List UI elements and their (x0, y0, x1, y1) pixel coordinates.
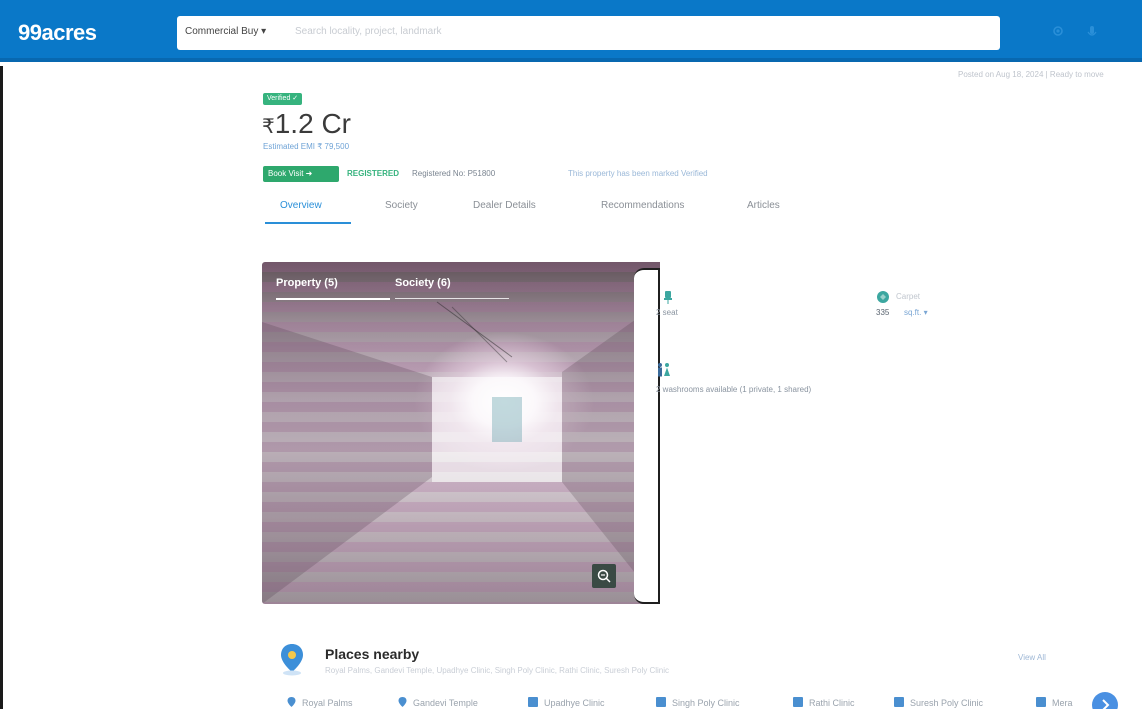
place-chip[interactable]: Royal Palms (287, 697, 353, 709)
clinic-icon (894, 697, 904, 707)
place-chip-label: Suresh Poly Clinic (910, 698, 984, 708)
washroom-icon (658, 363, 670, 377)
search-input[interactable]: Search locality, project, landmark (295, 26, 442, 37)
clinic-icon (793, 697, 803, 707)
tab-society[interactable]: Society (385, 200, 418, 211)
carpet-label: Carpet (896, 292, 921, 301)
chips-next-button[interactable] (1092, 692, 1118, 709)
gallery-tab-divider (395, 298, 509, 299)
place-chip[interactable]: Upadhye Clinic (528, 697, 605, 709)
location-icon (398, 697, 407, 707)
place-chip-label: Upadhye Clinic (544, 698, 605, 708)
carpet-unit: sq.ft. (904, 308, 922, 317)
emi-link[interactable]: Estimated EMI ₹ 79,500 (263, 142, 349, 151)
place-chip-label: Royal Palms (302, 698, 353, 708)
corridor-photo (262, 301, 660, 604)
search-category-dropdown[interactable]: Commercial Buy ▾ (185, 26, 266, 37)
registration-number: Registered No: P51800 (412, 169, 496, 178)
photo-gallery[interactable]: Property (5) Society (6) (262, 262, 660, 604)
zoom-icon (597, 569, 611, 583)
place-chip-label: Singh Poly Clinic (672, 698, 740, 708)
zoom-button[interactable] (592, 564, 616, 588)
book-visit-label: Book Visit (268, 169, 304, 178)
carpet-unit-dropdown[interactable]: sq.ft. ▾ (904, 308, 928, 317)
seat-icon (664, 291, 672, 304)
rera-badge: REGISTERED (347, 169, 400, 178)
window-edge (0, 66, 3, 709)
clinic-icon (528, 697, 538, 707)
places-nearby-list: Royal Palms, Gandevi Temple, Upadhye Cli… (325, 666, 669, 675)
search-bar[interactable]: Commercial Buy ▾ Search locality, projec… (177, 16, 1097, 50)
place-chip-label: Mera (1052, 698, 1073, 708)
washrooms-value: 2 washrooms available (1 private, 1 shar… (656, 385, 812, 394)
section-tabs: Overview Society Dealer Details Recommen… (263, 196, 823, 226)
active-tab-indicator (265, 222, 351, 224)
location-icon (287, 697, 296, 707)
place-chip[interactable]: Suresh Poly Clinic (894, 697, 983, 709)
places-view-all-link[interactable]: View All (1018, 653, 1046, 662)
details-card-edge (634, 268, 660, 604)
seats-value: 2 seat (656, 308, 678, 317)
price: ₹1.2 Cr (262, 108, 351, 140)
currency-symbol: ₹ (262, 116, 275, 138)
chevron-right-icon (1102, 699, 1110, 709)
carpet-value: 335 (876, 308, 890, 317)
gallery-tab-society[interactable]: Society (6) (395, 277, 451, 289)
clinic-icon (656, 697, 666, 707)
carpet-area-icon (877, 291, 889, 303)
top-header: 99acres Commercial Buy ▾ Search locality… (0, 0, 1142, 62)
place-chip[interactable]: Gandevi Temple (398, 697, 478, 709)
verified-label: Verified (267, 95, 291, 102)
updated-info: Posted on Aug 18, 2024 | Ready to move (958, 70, 1104, 79)
place-chip[interactable]: Singh Poly Clinic (656, 697, 740, 709)
place-chip-label: Gandevi Temple (413, 698, 478, 708)
verified-badge: Verified ✓ (263, 93, 303, 105)
price-value: 1.2 Cr (274, 108, 351, 139)
tab-overview[interactable]: Overview (280, 200, 322, 211)
place-chip[interactable]: Mera (1036, 697, 1073, 709)
tab-recommendations[interactable]: Recommendations (601, 200, 684, 211)
gallery-tab-property[interactable]: Property (5) (276, 277, 338, 289)
tab-dealer-details[interactable]: Dealer Details (473, 200, 536, 211)
place-chip-label: Rathi Clinic (809, 698, 855, 708)
places-pin-icon (281, 644, 303, 676)
clinic-icon (1036, 697, 1046, 707)
site-logo[interactable]: 99acres (18, 20, 97, 46)
place-chip[interactable]: Rathi Clinic (793, 697, 855, 709)
search-category-label: Commercial Buy (185, 26, 259, 37)
microphone-icon[interactable] (1086, 24, 1098, 40)
gallery-tab-indicator (276, 298, 390, 300)
book-visit-button[interactable]: Book Visit ➜ (263, 166, 339, 182)
verified-note: This property has been marked Verified (568, 169, 708, 178)
location-icon[interactable] (1051, 24, 1065, 38)
tab-articles[interactable]: Articles (747, 200, 780, 211)
places-nearby-title: Places nearby (325, 646, 420, 662)
